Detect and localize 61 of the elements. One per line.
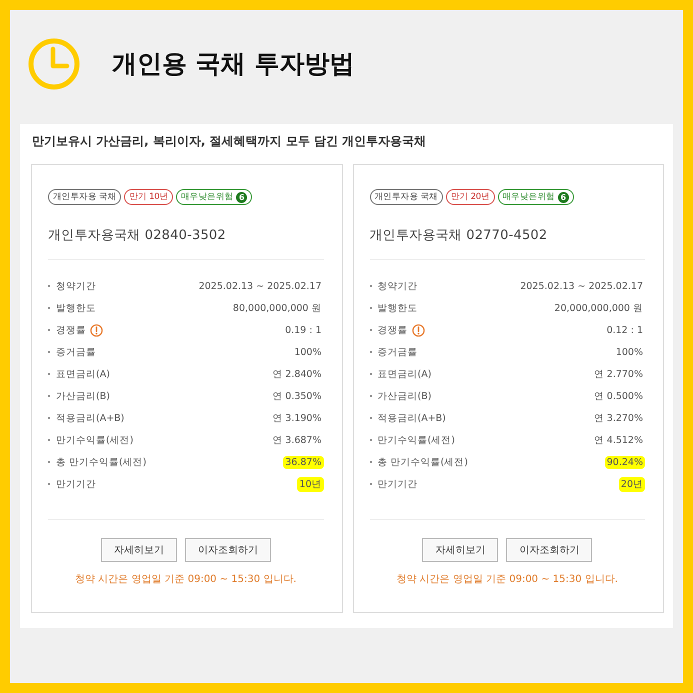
tag-label: 만기 10년: [129, 191, 168, 204]
row-label: 가산금리(B): [56, 390, 110, 402]
card-button[interactable]: 이자조회하기: [184, 538, 271, 562]
row-value: 80,000,000,000 원: [232, 302, 322, 316]
row-label: 만기기간: [56, 478, 96, 490]
row-label: 만기수익률(세전): [378, 434, 455, 446]
row-label: 청약기간: [378, 280, 418, 292]
row-label: 적용금리(A+B): [56, 412, 124, 424]
row-value: 연 2.770%: [592, 368, 644, 382]
card-button[interactable]: 이자조회하기: [506, 538, 592, 562]
clock-icon: [28, 38, 80, 90]
row-value: 연 3.687%: [271, 434, 322, 448]
tag-label: 만기 20년: [450, 191, 490, 204]
row-value: 0.19 : 1: [284, 324, 322, 336]
bond-name: 개인투자용국채 02840-3502: [48, 227, 227, 245]
exclamation-icon[interactable]: [412, 324, 424, 336]
tag-label: 개인투자용 국채: [374, 191, 438, 204]
row-label: 증거금률: [378, 346, 418, 358]
risk-grade-badge: 6: [236, 192, 248, 202]
highlighted-value: 20년: [618, 476, 645, 492]
tag-label: 매우낮은위험: [502, 191, 555, 204]
card-button[interactable]: 자세히보기: [422, 538, 498, 562]
row-label: 표면금리(A): [378, 368, 432, 380]
row-label: 발행한도: [378, 302, 418, 314]
highlighted-value: 10년: [297, 476, 324, 492]
row-label: 만기기간: [378, 478, 418, 490]
row-value: 20,000,000,000 원: [553, 302, 644, 316]
bond-name: 개인투자용국채 02770-4502: [370, 227, 548, 245]
row-label: 증거금률: [56, 346, 96, 358]
row-value: 연 3.270%: [592, 412, 644, 426]
highlighted-value: 90.24%: [604, 456, 645, 468]
row-value: 100%: [614, 346, 644, 358]
highlighted-value: 36.87%: [283, 456, 324, 468]
page-title: 개인용 국채 투자방법: [112, 49, 354, 79]
exclamation-icon[interactable]: [90, 324, 103, 336]
row-value: 100%: [293, 346, 322, 358]
row-value: 연 0.500%: [592, 390, 644, 404]
row-label: 발행한도: [56, 302, 96, 314]
row-label: 만기수익률(세전): [56, 434, 134, 446]
row-value: 연 3.190%: [271, 412, 322, 426]
row-label: 적용금리(A+B): [378, 412, 446, 424]
row-value: 연 2.840%: [271, 368, 322, 382]
row-label: 경쟁률: [378, 324, 408, 336]
row-label: 청약기간: [56, 280, 96, 292]
row-value: 연 0.350%: [271, 390, 322, 404]
hours-notice: 청약 시간은 영업일 기준 09:00 ~ 15:30 입니다.: [396, 573, 619, 586]
row-label: 가산금리(B): [378, 390, 432, 402]
row-label: 표면금리(A): [56, 368, 110, 380]
row-value: 2025.02.13 ~ 2025.02.17: [198, 280, 322, 292]
row-label: 총 만기수익률(세전): [378, 456, 468, 468]
risk-grade-badge: 6: [558, 192, 569, 202]
card-button[interactable]: 자세히보기: [100, 538, 177, 562]
panel-subtitle: 만기보유시 가산금리, 복리이자, 절세혜택까지 모두 담긴 개인투자용국채: [32, 133, 428, 150]
hours-notice: 청약 시간은 영업일 기준 09:00 ~ 15:30 입니다.: [74, 573, 298, 586]
tag-label: 매우낮은위험: [181, 191, 234, 204]
tag-label: 개인투자용 국채: [53, 191, 116, 204]
row-value: 0.12 : 1: [606, 324, 644, 336]
row-label: 총 만기수익률(세전): [56, 456, 146, 468]
row-label: 경쟁률: [56, 324, 86, 336]
row-value: 연 4.512%: [592, 434, 644, 448]
row-value: 2025.02.13 ~ 2025.02.17: [519, 280, 644, 292]
